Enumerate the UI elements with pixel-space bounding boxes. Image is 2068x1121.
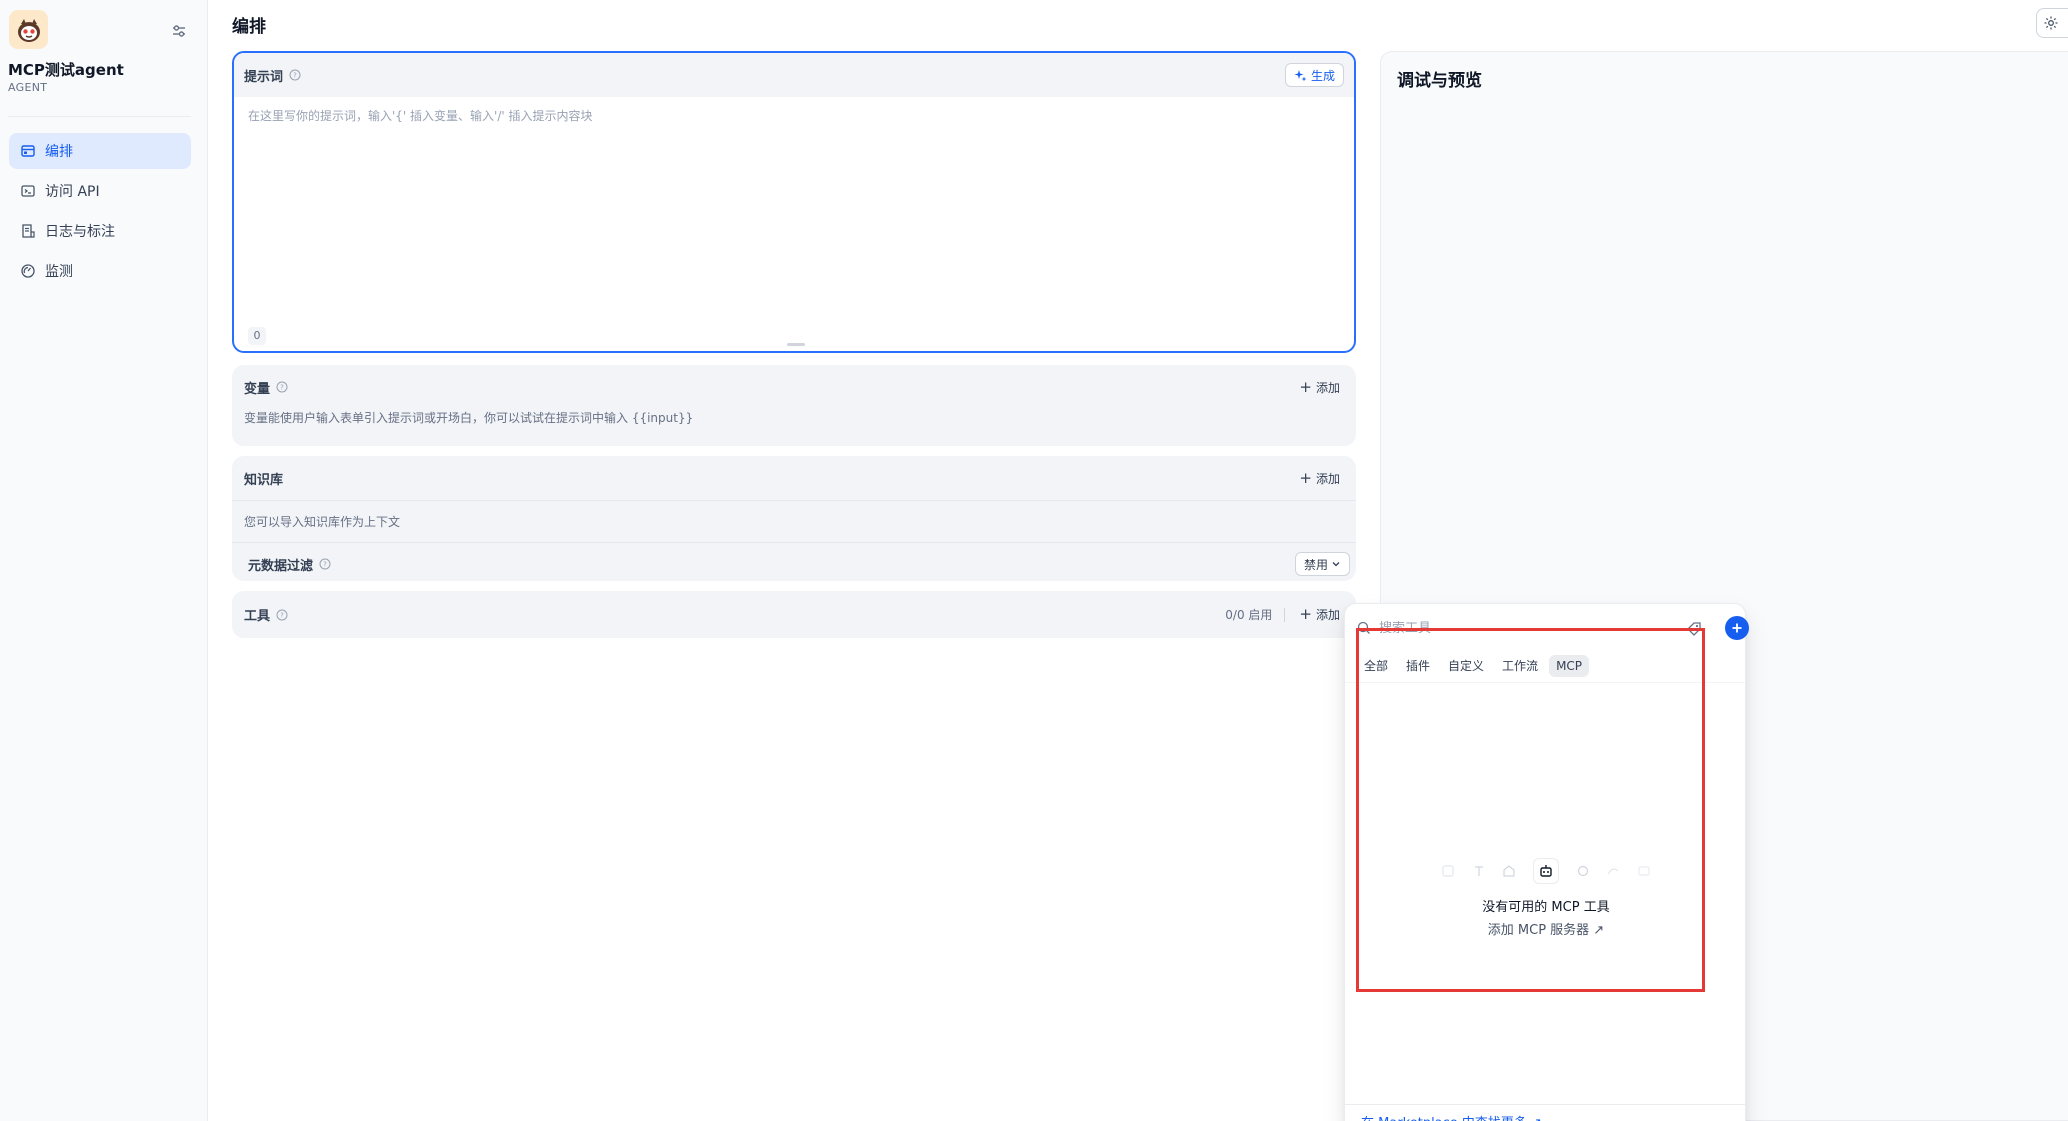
footer-divider: [1345, 1104, 1745, 1105]
file-list-icon: [22, 224, 35, 238]
empty-state-icons: [1441, 858, 1651, 884]
plugin-icon: [1577, 865, 1588, 877]
prompt-header: 提示词 ? 生成: [234, 53, 1354, 97]
robot-mascot-icon: [17, 18, 40, 42]
plus-icon: +: [1299, 605, 1312, 623]
tool-picker-popup: 全部 插件 自定义 工作流 MCP 没有可用的 MCP 工具 添加 MCP 服务…: [1344, 603, 1749, 1121]
app-type: AGENT: [8, 81, 48, 94]
page-title: 编排: [232, 17, 266, 37]
svg-text:?: ?: [280, 611, 284, 619]
tag-filter-icon[interactable]: [1685, 620, 1703, 638]
add-mcp-server-link[interactable]: 添加 MCP 服务器 ↗: [1345, 919, 1747, 938]
plus-icon: +: [1299, 377, 1312, 396]
tab-mcp[interactable]: MCP: [1549, 654, 1590, 677]
separator: [1284, 607, 1286, 622]
settings-button[interactable]: [2036, 8, 2068, 38]
plus-icon: +: [1299, 468, 1312, 487]
svg-text:?: ?: [293, 72, 297, 80]
variables-title: 变量: [244, 381, 271, 397]
robot-icon: [1540, 865, 1552, 877]
prompt-editor: 提示词 ? 生成 0: [232, 51, 1356, 353]
svg-text:?: ?: [323, 561, 327, 569]
layout-icon: [21, 145, 35, 157]
sparkle-icon: [1294, 69, 1307, 81]
plus-icon: [1732, 623, 1742, 633]
box-icon: [1503, 865, 1515, 877]
tab-plugins[interactable]: 插件: [1399, 653, 1437, 678]
help-icon[interactable]: ?: [289, 69, 301, 81]
tab-all[interactable]: 全部: [1357, 653, 1395, 678]
knowledge-section: 知识库 + 添加 您可以导入知识库作为上下文 元数据过滤 ? 禁用: [232, 456, 1356, 581]
sidebar-divider: [8, 116, 191, 117]
tabs-divider: [1345, 682, 1745, 683]
add-tool-plus-button[interactable]: [1725, 616, 1749, 640]
knowledge-title: 知识库: [244, 472, 284, 488]
help-icon[interactable]: ?: [319, 558, 331, 570]
svg-text:?: ?: [280, 384, 284, 392]
add-tool-button[interactable]: + 添加: [1295, 603, 1344, 626]
generate-button[interactable]: 生成: [1284, 63, 1344, 87]
brush-icon: [1474, 866, 1483, 876]
add-knowledge-button[interactable]: + 添加: [1295, 467, 1344, 490]
sidebar-item-label: 访问 API: [45, 184, 100, 200]
tools-section: 工具 ? 0/0 启用 + 添加: [232, 591, 1356, 638]
sidebar-item-monitor[interactable]: 监测: [9, 253, 191, 289]
gear-icon: [2044, 16, 2058, 30]
variables-description: 变量能使用户输入表单引入提示词或开场白，你可以试试在提示词中输入 {{input…: [244, 411, 694, 425]
metadata-filter-select[interactable]: 禁用: [1294, 552, 1350, 576]
add-label: 添加: [1315, 380, 1340, 395]
sidebar-collapse-icon[interactable]: [170, 22, 188, 40]
terminal-icon: [21, 185, 35, 197]
app-name: MCP测试agent: [8, 61, 124, 79]
sidebar-nav: 编排 访问 API 日志与标注 监测: [9, 133, 191, 293]
empty-state-title: 没有可用的 MCP 工具: [1482, 900, 1610, 915]
tab-workflow[interactable]: 工作流: [1495, 653, 1545, 678]
window-icon: [1638, 866, 1650, 876]
knowledge-description: 您可以导入知识库作为上下文: [244, 515, 401, 529]
search-icon: [1357, 621, 1370, 634]
sidebar: MCP测试agent AGENT 编排 访问 API 日志与标注 监测: [0, 0, 208, 1121]
generate-label: 生成: [1310, 68, 1335, 83]
tool-search-input[interactable]: [1379, 620, 1659, 636]
metadata-filter-label: 元数据过滤: [248, 558, 314, 574]
tools-enabled-count: 0/0 启用: [1225, 608, 1273, 622]
chevron-down-icon: [1332, 562, 1340, 567]
app-avatar: [9, 10, 48, 49]
tab-custom[interactable]: 自定义: [1441, 653, 1491, 678]
share-icon: [1607, 868, 1619, 875]
tool-tabs: 全部 插件 自定义 工作流 MCP: [1357, 653, 1593, 678]
help-icon[interactable]: ?: [276, 381, 288, 393]
help-icon[interactable]: ?: [276, 609, 288, 621]
debug-title: 调试与预览: [1397, 71, 1482, 91]
tool-search: [1357, 614, 1749, 642]
prompt-input[interactable]: [248, 107, 1338, 287]
sidebar-item-label: 编排: [45, 144, 73, 160]
add-label: 添加: [1315, 471, 1340, 486]
marketplace-link[interactable]: 在 Marketplace 中查找更多 ↗: [1361, 1112, 1542, 1121]
sidebar-item-orchestrate[interactable]: 编排: [9, 133, 191, 169]
mcp-empty-icon: [1532, 858, 1559, 884]
tools-title: 工具: [244, 609, 271, 624]
sidebar-item-label: 监测: [45, 264, 73, 280]
sidebar-item-logs[interactable]: 日志与标注: [9, 213, 191, 249]
sidebar-item-api[interactable]: 访问 API: [9, 173, 191, 209]
prompt-title: 提示词: [244, 69, 284, 85]
dashboard-icon: [21, 264, 35, 278]
grid-icon: [1442, 865, 1454, 877]
add-variable-button[interactable]: + 添加: [1295, 376, 1344, 399]
char-count: 0: [248, 327, 266, 345]
sidebar-item-label: 日志与标注: [45, 224, 115, 240]
metadata-filter-value: 禁用: [1303, 557, 1328, 572]
resize-handle[interactable]: [787, 343, 805, 346]
variables-section: 变量 ? + 添加 变量能使用户输入表单引入提示词或开场白，你可以试试在提示词中…: [232, 365, 1356, 446]
add-label: 添加: [1315, 608, 1340, 622]
